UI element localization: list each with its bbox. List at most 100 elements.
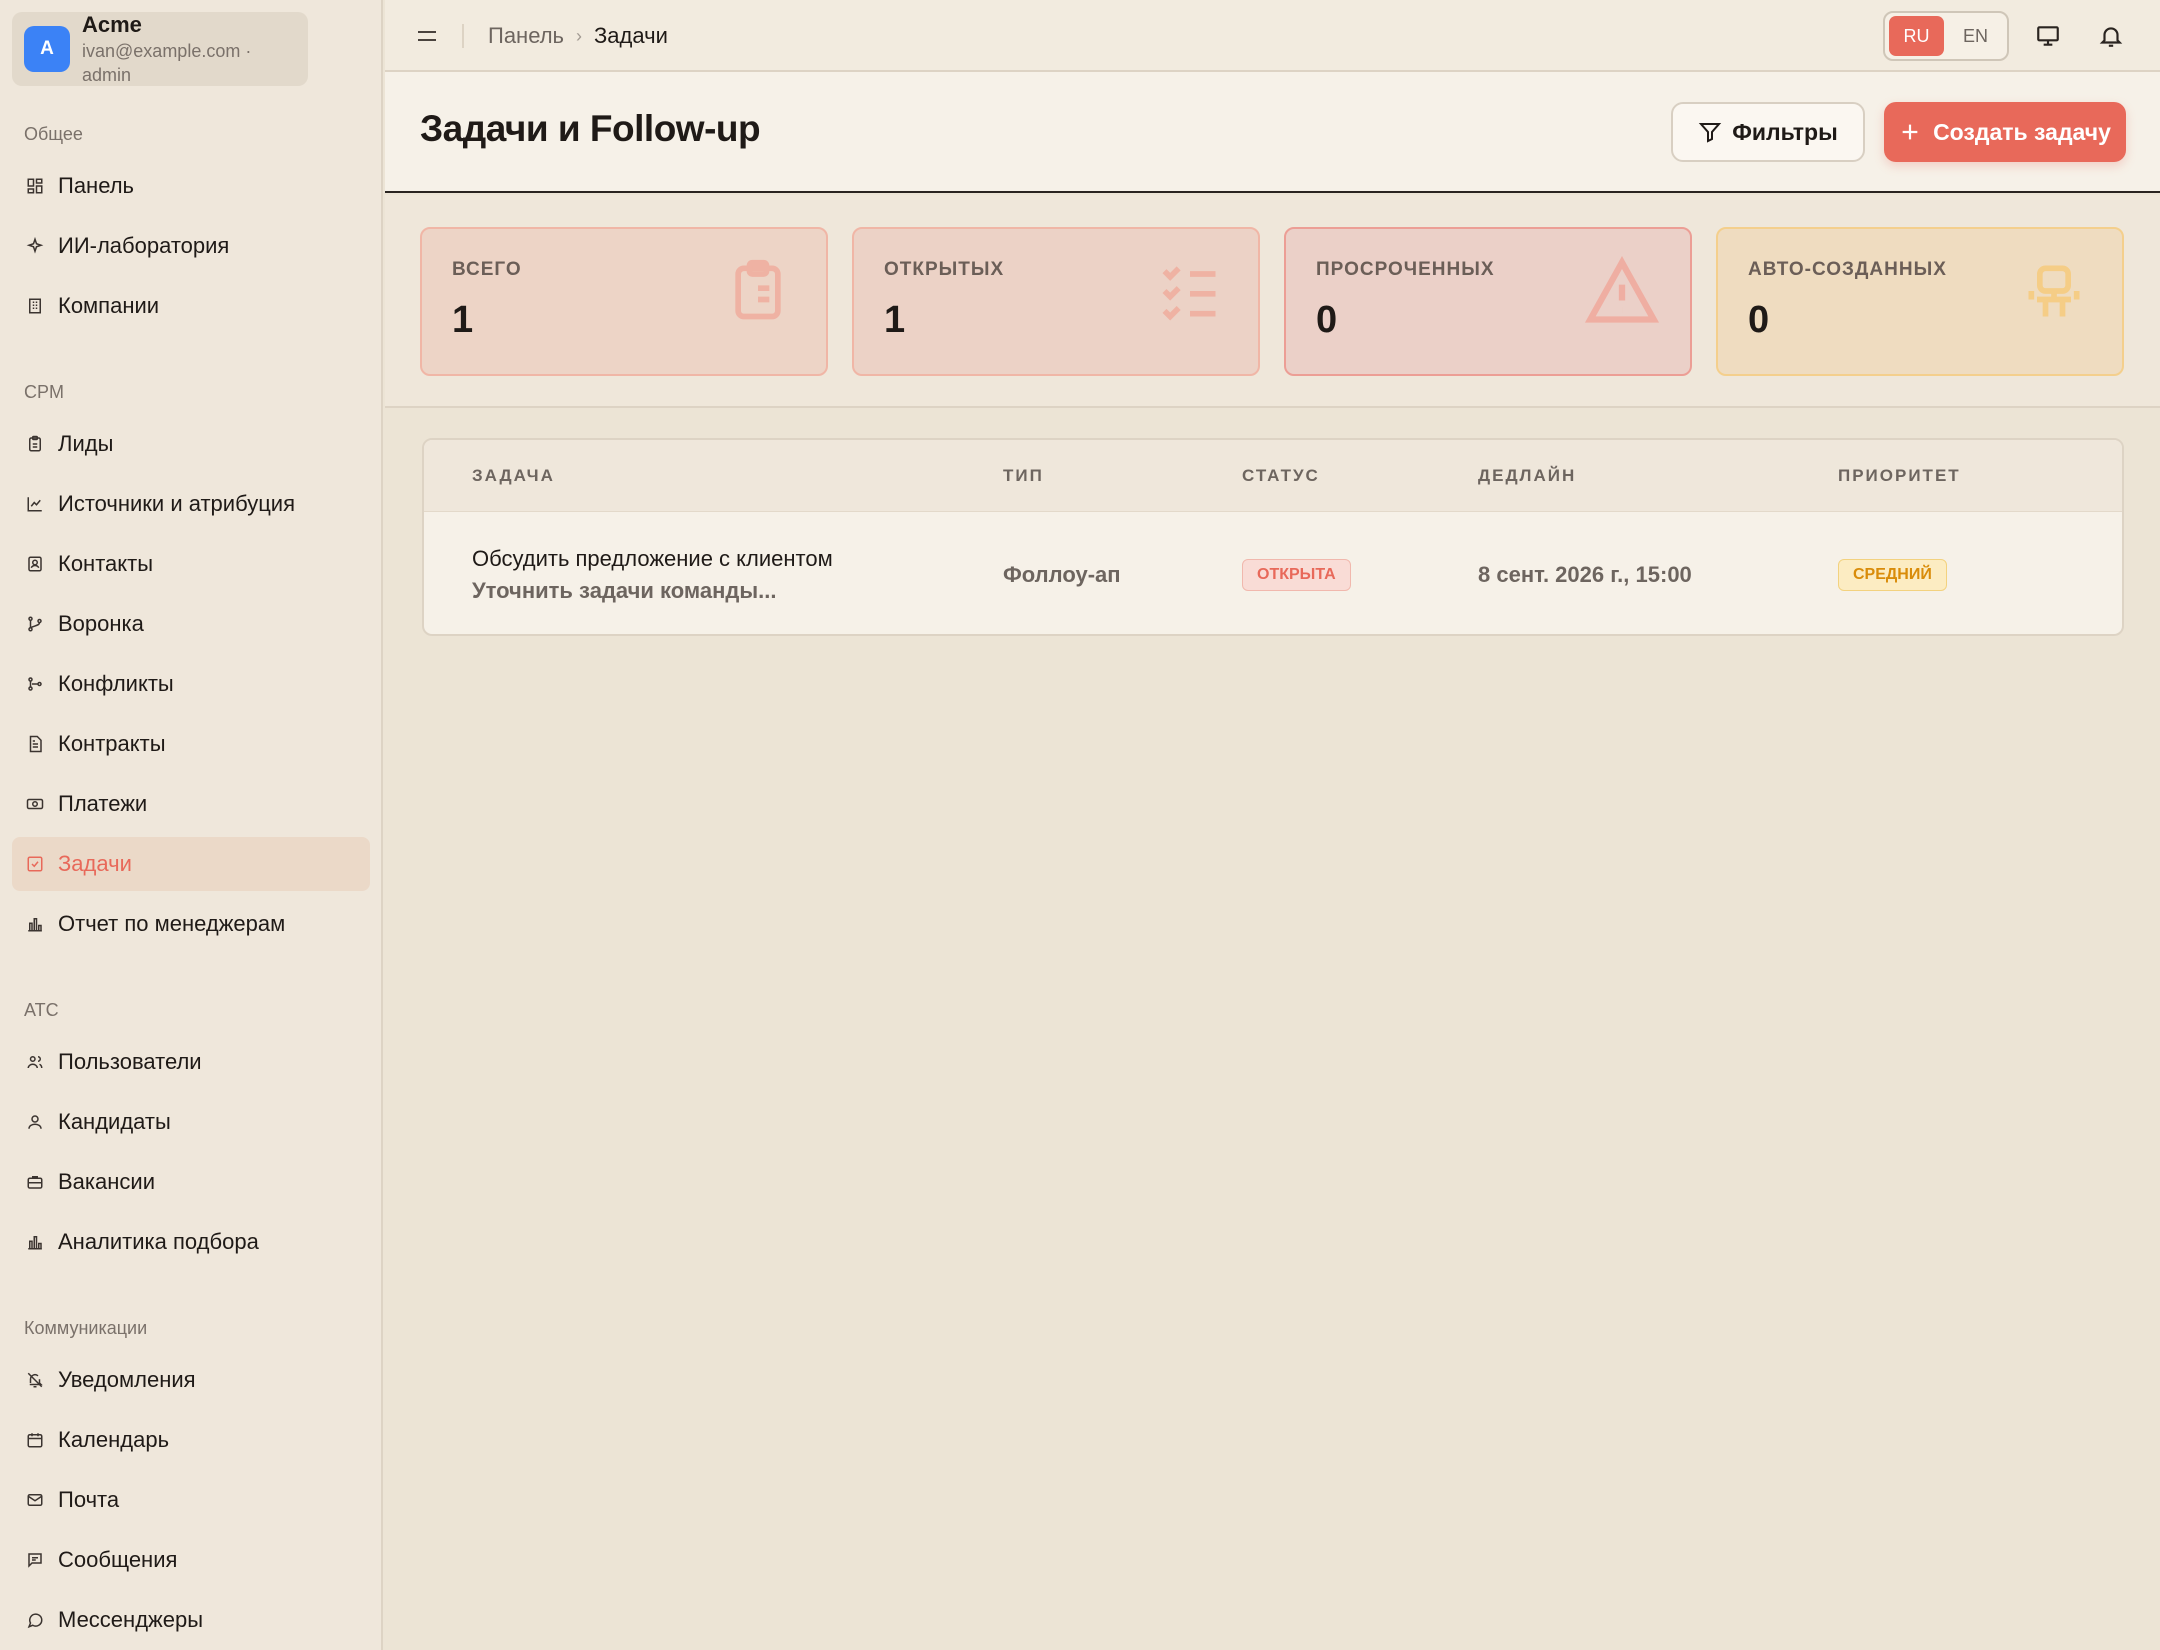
sidebar-item-dashboard[interactable]: Панель xyxy=(12,159,370,213)
monitor-button[interactable] xyxy=(2033,21,2063,51)
sidebar-item-label: Отчет по менеджерам xyxy=(58,911,286,936)
sidebar-item-leads[interactable]: Лиды xyxy=(12,417,370,471)
create-task-button[interactable]: Создать задачу xyxy=(1884,102,2126,162)
sidebar-item-label: ИИ-лаборатория xyxy=(58,233,230,258)
org-user-email: ivan@example.com · admin xyxy=(82,41,252,85)
stat-label: ОТКРЫТЫХ xyxy=(884,259,1005,280)
sidebar-item-companies[interactable]: Компании xyxy=(12,279,370,333)
sidebar-item-label: Платежи xyxy=(58,791,148,816)
user-icon xyxy=(26,1113,44,1131)
task-deadline: 8 сент. 2026 г., 15:00 xyxy=(1478,562,1692,587)
sidebar-item-payments[interactable]: Платежи xyxy=(12,777,370,831)
sidebar-item-label: Мессенджеры xyxy=(58,1607,204,1632)
sidebar-item-users[interactable]: Пользователи xyxy=(12,1035,370,1089)
sidebar-item-contacts[interactable]: Контакты xyxy=(12,537,370,591)
bar-chart-icon xyxy=(26,915,44,933)
banknote-icon xyxy=(26,795,44,813)
mail-icon xyxy=(26,1491,44,1509)
stat-label: АВТО-СОЗДАННЫХ xyxy=(1748,259,1947,280)
sidebar-item-label: Контакты xyxy=(58,551,154,576)
stat-card-open: ОТКРЫТЫХ 1 xyxy=(852,227,1260,376)
stat-value: 0 xyxy=(1316,299,1338,341)
breadcrumb-parent-link[interactable]: Панель xyxy=(488,23,564,49)
sidebar-item-label: Аналитика подбора xyxy=(58,1229,259,1254)
sidebar-item-label: Почта xyxy=(58,1487,120,1512)
sidebar-item-candidates[interactable]: Кандидаты xyxy=(12,1095,370,1149)
status-badge: ОТКРЫТА xyxy=(1242,559,1351,591)
clipboard-icon xyxy=(26,435,44,453)
table-header: ЗАДАЧА ТИП СТАТУС ДЕДЛАЙН ПРИОРИТЕТ xyxy=(424,440,2122,512)
notifications-button[interactable] xyxy=(2096,21,2126,51)
task-title[interactable]: Обсудить предложение с клиентом xyxy=(472,546,833,572)
column-header-type[interactable]: ТИП xyxy=(1003,466,1044,486)
document-icon xyxy=(26,735,44,753)
breadcrumb-current: Задачи xyxy=(594,23,668,48)
sidebar-item-label: Уведомления xyxy=(58,1367,196,1392)
filter-icon xyxy=(1699,123,1722,143)
sidebar-item-contracts[interactable]: Контракты xyxy=(12,717,370,771)
sidebar-item-label: Компании xyxy=(58,293,160,318)
filters-button-label: Фильтры xyxy=(1732,118,1838,145)
sidebar-item-mail[interactable]: Почта xyxy=(12,1473,370,1527)
sidebar-item-recruiting-analytics[interactable]: Аналитика подбора xyxy=(12,1215,370,1269)
sidebar-item-vacancies[interactable]: Вакансии xyxy=(12,1155,370,1209)
section-title-cpm: CPM xyxy=(24,382,64,402)
sidebar-item-manager-report[interactable]: Отчет по менеджерам xyxy=(12,897,370,951)
lang-en-button[interactable]: EN xyxy=(1948,16,2003,56)
menu-toggle-button[interactable] xyxy=(413,22,441,50)
briefcase-icon xyxy=(26,1173,44,1191)
robot-icon xyxy=(2028,265,2080,317)
sidebar-item-calendar[interactable]: Календарь xyxy=(12,1413,370,1467)
sidebar-item-tasks[interactable]: Задачи xyxy=(12,837,370,891)
git-branch-icon xyxy=(26,675,44,693)
bell-icon xyxy=(2099,27,2123,47)
bell-off-icon xyxy=(26,1371,44,1389)
sidebar-item-notifications[interactable]: Уведомления xyxy=(12,1353,370,1407)
org-avatar: A xyxy=(24,26,70,72)
contact-icon xyxy=(26,555,44,573)
column-header-priority[interactable]: ПРИОРИТЕТ xyxy=(1838,466,1961,486)
sidebar-item-conflicts[interactable]: Конфликты xyxy=(12,657,370,711)
sidebar-item-messages[interactable]: Сообщения xyxy=(12,1533,370,1587)
funnel-icon xyxy=(26,615,44,633)
sidebar-item-label: Вакансии xyxy=(58,1169,155,1194)
stats-area: ВСЕГО 1 ОТКРЫТЫХ 1 ПРОСРОЧЕННЫХ 0 АВТО-С… xyxy=(385,195,2160,408)
stat-value: 1 xyxy=(452,299,474,341)
users-icon xyxy=(26,1053,44,1071)
sidebar-item-label: Воронка xyxy=(58,611,144,636)
list-checks-icon xyxy=(1162,266,1216,321)
section-title-communications: Коммуникации xyxy=(24,1318,148,1338)
clipboard-list-icon xyxy=(735,259,781,320)
sidebar-item-messengers[interactable]: Мессенджеры xyxy=(12,1593,370,1647)
sidebar-item-label: Кандидаты xyxy=(58,1109,171,1134)
sidebar-item-label: Панель xyxy=(58,173,135,198)
sidebar-item-ai-lab[interactable]: ИИ-лаборатория xyxy=(12,219,370,273)
sidebar-item-sources[interactable]: Источники и атрибуция xyxy=(12,477,370,531)
org-switcher[interactable]: A Acme ivan@example.com · admin xyxy=(12,12,308,86)
stat-value: 0 xyxy=(1748,299,1770,341)
column-header-deadline[interactable]: ДЕДЛАЙН xyxy=(1478,466,1576,486)
stat-label: ВСЕГО xyxy=(452,259,522,280)
sidebar: A Acme ivan@example.com · admin Общее Па… xyxy=(0,0,383,1650)
table-row[interactable]: Обсудить предложение с клиентом Уточнить… xyxy=(424,512,2122,634)
column-header-status[interactable]: СТАТУС xyxy=(1242,466,1320,486)
column-header-task[interactable]: ЗАДАЧА xyxy=(472,466,555,486)
calendar-icon xyxy=(26,1431,44,1449)
task-type: Фоллоу-ап xyxy=(1003,562,1121,587)
create-task-button-label: Создать задачу xyxy=(1933,118,2111,145)
stat-card-overdue: ПРОСРОЧЕННЫХ 0 xyxy=(1284,227,1692,376)
section-title-general: Общее xyxy=(24,124,83,144)
lang-ru-button[interactable]: RU xyxy=(1889,16,1944,56)
stat-value: 1 xyxy=(884,299,906,341)
sidebar-item-label: Календарь xyxy=(58,1427,170,1452)
sidebar-item-label: Конфликты xyxy=(58,671,174,696)
bar-chart-icon xyxy=(26,1233,44,1251)
sidebar-item-label: Задачи xyxy=(58,851,132,876)
message-circle-icon xyxy=(26,1611,44,1629)
sidebar-item-funnel[interactable]: Воронка xyxy=(12,597,370,651)
chevron-right-icon: › xyxy=(576,25,583,46)
language-switch: RU EN xyxy=(1883,11,2009,61)
stat-label: ПРОСРОЧЕННЫХ xyxy=(1316,259,1495,280)
priority-badge: СРЕДНИЙ xyxy=(1838,559,1947,591)
filters-button[interactable]: Фильтры xyxy=(1671,102,1865,162)
